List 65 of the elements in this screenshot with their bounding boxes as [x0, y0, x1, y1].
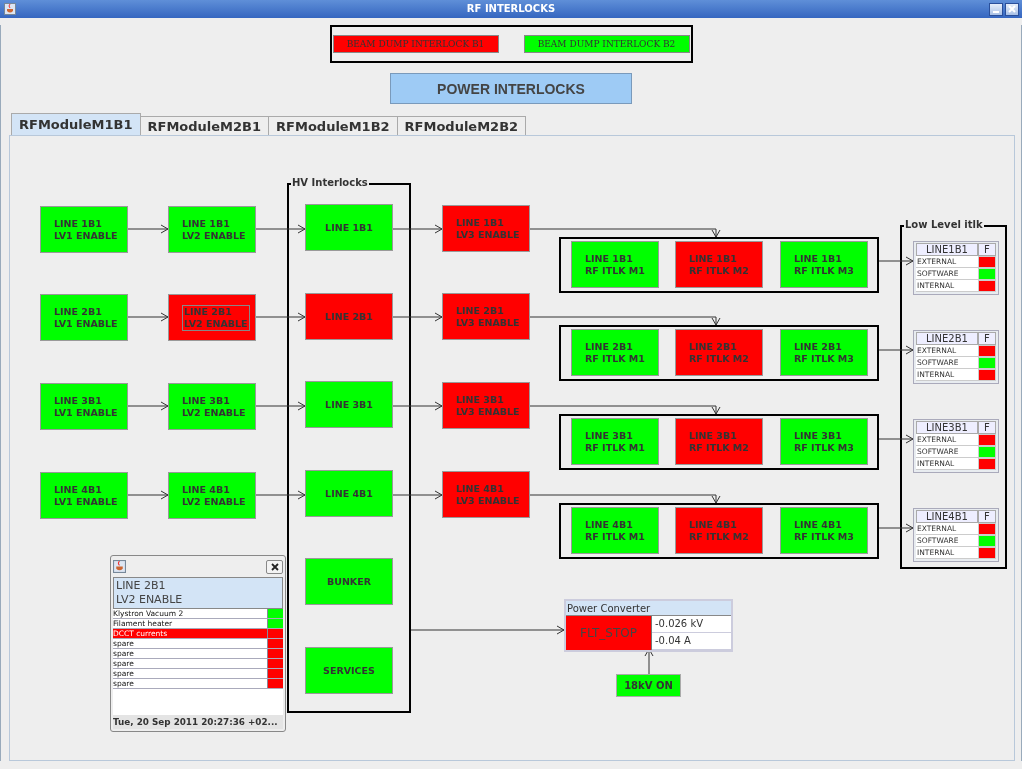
- app-icon: [113, 560, 126, 573]
- supply-indicator[interactable]: 18kV ON: [616, 674, 681, 697]
- beam-dump-indicator[interactable]: BEAM DUMP INTERLOCK B2: [523, 35, 690, 53]
- connector-arrow: [255, 490, 306, 500]
- detail-title: LINE 2B1 LV2 ENABLE: [113, 577, 283, 609]
- connector-arrow: [127, 312, 169, 322]
- connector-arrow: [255, 401, 306, 411]
- app-icon: [4, 3, 16, 15]
- timestamp: Tue, 20 Sep 2011 20:27:36 +02...: [113, 715, 283, 729]
- column-header: F: [978, 332, 996, 345]
- lv2-enable-node[interactable]: LINE 1B1 LV2 ENABLE: [168, 206, 256, 253]
- hv-interlock-node[interactable]: BUNKER: [305, 558, 393, 605]
- reading-value: -0.026 kV: [652, 616, 731, 633]
- close-icon: [270, 562, 279, 571]
- close-button[interactable]: [266, 559, 283, 574]
- hv-interlock-node[interactable]: LINE 4B1: [305, 470, 393, 517]
- rf-interlock-node[interactable]: LINE 3B1 RF ITLK M1: [571, 418, 659, 465]
- connector-arrow: [878, 523, 914, 533]
- reading-value: -0.04 A: [652, 633, 731, 650]
- rf-interlock-node[interactable]: LINE 1B1 RF ITLK M3: [780, 241, 868, 288]
- lv1-enable-node[interactable]: LINE 3B1 LV1 ENABLE: [40, 383, 128, 430]
- connector-arrow: [392, 401, 443, 411]
- lv1-enable-node[interactable]: LINE 4B1 LV1 ENABLE: [40, 472, 128, 519]
- converter-state: FLT_STOP: [566, 616, 652, 650]
- frame-label: HV Interlocks: [291, 177, 369, 189]
- lv1-enable-node[interactable]: LINE 2B1 LV1 ENABLE: [40, 294, 128, 341]
- rf-interlock-node[interactable]: LINE 4B1 RF ITLK M3: [780, 507, 868, 554]
- column-header: F: [978, 510, 996, 523]
- connector-arrow: [878, 256, 914, 266]
- connector-arrow: [878, 345, 914, 355]
- hv-interlock-node[interactable]: SERVICES: [305, 647, 393, 694]
- column-header: LINE3B1: [916, 421, 978, 434]
- connector-arrow: [127, 401, 169, 411]
- minimize-button[interactable]: [989, 2, 1003, 16]
- close-button[interactable]: [1005, 2, 1019, 16]
- connector-arrow: [392, 490, 443, 500]
- column-header: LINE2B1: [916, 332, 978, 345]
- lv2-enable-node[interactable]: LINE 3B1 LV2 ENABLE: [168, 383, 256, 430]
- connector-arrow: [392, 312, 443, 322]
- panel-title: Power Converter: [566, 601, 731, 616]
- frame-label: Low Level itlk: [904, 219, 984, 231]
- tab[interactable]: RFModuleM1B1: [11, 113, 141, 135]
- power-interlocks-button[interactable]: POWER INTERLOCKS: [390, 73, 632, 104]
- lv2-enable-node[interactable]: LINE 4B1 LV2 ENABLE: [168, 472, 256, 519]
- rf-interlock-node[interactable]: LINE 2B1 RF ITLK M1: [571, 329, 659, 376]
- hv-interlock-node[interactable]: LINE 3B1: [305, 381, 393, 428]
- connector-arrow: [255, 312, 306, 322]
- connector-arrow: [392, 224, 443, 234]
- window-title: RF INTERLOCKS: [466, 2, 556, 16]
- connector-arrow: [127, 224, 169, 234]
- hv-interlock-node[interactable]: LINE 1B1: [305, 204, 393, 251]
- connector-arrow: [127, 490, 169, 500]
- column-header: LINE4B1: [916, 510, 978, 523]
- column-header: F: [978, 243, 996, 256]
- column-header: LINE1B1: [916, 243, 978, 256]
- column-header: F: [978, 421, 996, 434]
- lv1-enable-node[interactable]: LINE 1B1 LV1 ENABLE: [40, 206, 128, 253]
- rf-interlock-node[interactable]: LINE 2B1 RF ITLK M3: [780, 329, 868, 376]
- connector-arrow: [878, 434, 914, 444]
- rf-interlock-node[interactable]: LINE 3B1 RF ITLK M3: [780, 418, 868, 465]
- tab[interactable]: RFModuleM2B2: [396, 116, 527, 135]
- connector-arrow: [255, 224, 306, 234]
- rf-interlock-node[interactable]: LINE 4B1 RF ITLK M1: [571, 507, 659, 554]
- rf-interlock-node[interactable]: LINE 1B1 RF ITLK M1: [571, 241, 659, 288]
- close-icon: [1008, 5, 1016, 13]
